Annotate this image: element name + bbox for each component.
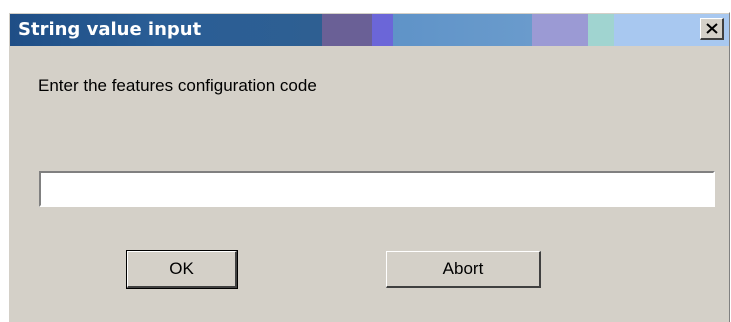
title-bar[interactable]: String value input: [10, 14, 729, 46]
window-title: String value input: [18, 19, 202, 40]
close-button[interactable]: [700, 18, 724, 40]
configuration-code-input[interactable]: [39, 171, 715, 207]
abort-button[interactable]: Abort: [386, 251, 541, 288]
prompt-label: Enter the features configuration code: [38, 76, 317, 95]
close-icon: [705, 23, 718, 34]
string-value-input-dialog: String value input Enter the features co…: [8, 12, 730, 322]
ok-button[interactable]: OK: [126, 250, 238, 289]
